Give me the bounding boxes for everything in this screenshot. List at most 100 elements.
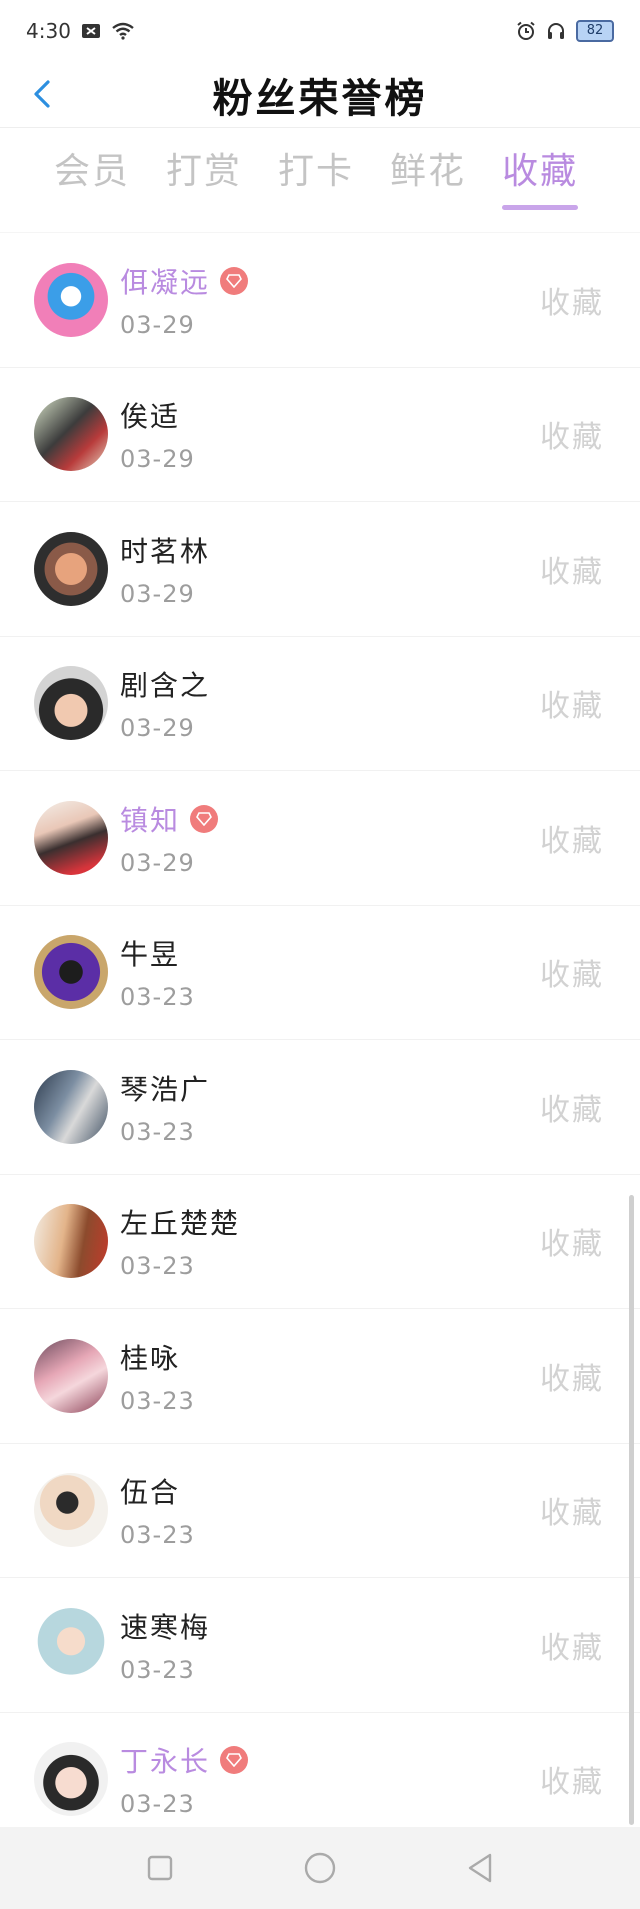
user-date: 03-23 <box>120 1117 195 1146</box>
status-right: 82 <box>516 20 614 42</box>
name-row: 牛昱 <box>120 933 195 973</box>
vip-diamond-icon <box>220 266 249 295</box>
avatar <box>34 1069 108 1144</box>
list-item[interactable]: 牛昱 03-23 收藏 <box>0 904 640 1040</box>
status-bar: 4:30 82 <box>0 0 640 62</box>
avatar <box>34 1742 108 1817</box>
user-date: 03-29 <box>120 714 195 743</box>
name-row: 桂咏 <box>120 1337 195 1377</box>
back-arrow-icon <box>34 80 50 108</box>
user-date: 03-23 <box>120 1252 195 1281</box>
avatar <box>34 666 108 741</box>
vip-diamond-icon <box>190 804 219 833</box>
notification-icon <box>81 23 101 39</box>
user-date: 03-29 <box>120 445 195 474</box>
list-item[interactable]: 俟适 03-29 收藏 <box>0 366 640 502</box>
avatar <box>34 1607 108 1682</box>
action-label: 收藏 <box>540 689 604 725</box>
list-item[interactable]: 镇知 03-29 收藏 <box>0 770 640 905</box>
circle-icon <box>304 1852 336 1884</box>
user-info: 剧含之 03-29 <box>120 637 210 771</box>
avatar <box>34 1204 108 1279</box>
name-row: 伍合 <box>120 1471 195 1511</box>
name-row: 琴浩广 <box>120 1068 210 1108</box>
list-item[interactable]: 琴浩广 03-23 收藏 <box>0 1039 640 1174</box>
avatar <box>34 262 108 337</box>
user-name: 桂咏 <box>120 1341 181 1375</box>
list-item[interactable]: 桂咏 03-23 收藏 <box>0 1308 640 1443</box>
avatar <box>34 397 108 472</box>
user-info: 牛昱 03-23 <box>120 906 195 1040</box>
recent-apps-button[interactable] <box>140 1848 180 1888</box>
action-label: 收藏 <box>540 1630 604 1666</box>
tab-bar: 会员 打赏 打卡 鲜花 收藏 <box>0 128 640 224</box>
back-nav-button[interactable] <box>460 1848 500 1888</box>
page-title: 粉丝荣誉榜 <box>212 75 428 122</box>
user-info: 琴浩广 03-23 <box>120 1040 210 1174</box>
avatar <box>34 1473 108 1548</box>
avatar <box>34 531 108 606</box>
avatar <box>34 935 108 1010</box>
user-date: 03-23 <box>120 1790 195 1819</box>
user-date: 03-23 <box>120 1386 195 1415</box>
user-info: 伍合 03-23 <box>120 1444 195 1578</box>
user-name: 丁永长 <box>120 1745 211 1779</box>
user-name: 琴浩广 <box>120 1072 211 1106</box>
user-info: 左丘楚楚 03-23 <box>120 1175 240 1309</box>
user-info: 桂咏 03-23 <box>120 1309 195 1443</box>
action-label: 收藏 <box>540 420 604 456</box>
action-label: 收藏 <box>540 1496 604 1532</box>
name-row: 剧含之 <box>120 664 210 704</box>
user-date: 03-29 <box>120 579 195 608</box>
action-label: 收藏 <box>540 1227 604 1263</box>
user-name: 佴凝远 <box>120 265 211 299</box>
user-date: 03-23 <box>120 1655 195 1684</box>
list-item[interactable]: 速寒梅 03-23 收藏 <box>0 1577 640 1712</box>
list-item[interactable]: 伍合 03-23 收藏 <box>0 1442 640 1578</box>
wifi-icon <box>111 22 135 40</box>
user-name: 牛昱 <box>120 938 181 972</box>
tab-favorites[interactable]: 收藏 <box>502 142 579 210</box>
name-row: 俟适 <box>120 395 195 435</box>
user-name: 时茗林 <box>120 534 211 568</box>
user-info: 时茗林 03-29 <box>120 502 210 636</box>
scrollbar[interactable] <box>629 1195 634 1825</box>
user-name: 镇知 <box>120 803 181 837</box>
list-item[interactable]: 剧含之 03-29 收藏 <box>0 635 640 771</box>
user-info: 佴凝远 03-29 <box>120 233 249 367</box>
tab-membership[interactable]: 会员 <box>54 142 130 210</box>
name-row: 佴凝远 <box>120 261 249 301</box>
tab-checkin[interactable]: 打卡 <box>278 142 354 210</box>
back-button[interactable] <box>20 72 64 116</box>
tab-flowers[interactable]: 鲜花 <box>390 142 466 210</box>
user-info: 丁永长 03-23 <box>120 1713 249 1847</box>
user-date: 03-23 <box>120 1521 195 1550</box>
headphones-icon <box>546 21 566 41</box>
avatar <box>34 800 108 875</box>
user-name: 伍合 <box>120 1476 181 1510</box>
user-date: 03-29 <box>120 310 195 339</box>
home-button[interactable] <box>300 1848 340 1888</box>
action-label: 收藏 <box>540 823 604 859</box>
alarm-icon <box>516 21 536 41</box>
user-date: 03-23 <box>120 983 195 1012</box>
user-date: 03-29 <box>120 848 195 877</box>
navigation-bar <box>0 1827 640 1909</box>
list-item[interactable]: 丁永长 03-23 收藏 <box>0 1711 640 1847</box>
fan-list: 佴凝远 03-29 收藏 俟适 03-29 收藏 时茗林 03-29 收藏 剧含… <box>0 232 640 1846</box>
list-item[interactable]: 佴凝远 03-29 收藏 <box>0 232 640 367</box>
user-info: 速寒梅 03-23 <box>120 1578 210 1712</box>
user-info: 镇知 03-29 <box>120 771 219 905</box>
name-row: 时茗林 <box>120 530 210 570</box>
status-left: 4:30 <box>26 19 135 43</box>
square-icon <box>147 1855 173 1881</box>
avatar <box>34 1338 108 1413</box>
list-item[interactable]: 左丘楚楚 03-23 收藏 <box>0 1173 640 1309</box>
tab-tips[interactable]: 打赏 <box>166 142 242 210</box>
action-label: 收藏 <box>540 1092 604 1128</box>
list-item[interactable]: 时茗林 03-29 收藏 <box>0 501 640 636</box>
battery-indicator: 82 <box>576 20 614 42</box>
user-name: 剧含之 <box>120 669 211 703</box>
name-row: 左丘楚楚 <box>120 1202 240 1242</box>
action-label: 收藏 <box>540 554 604 590</box>
